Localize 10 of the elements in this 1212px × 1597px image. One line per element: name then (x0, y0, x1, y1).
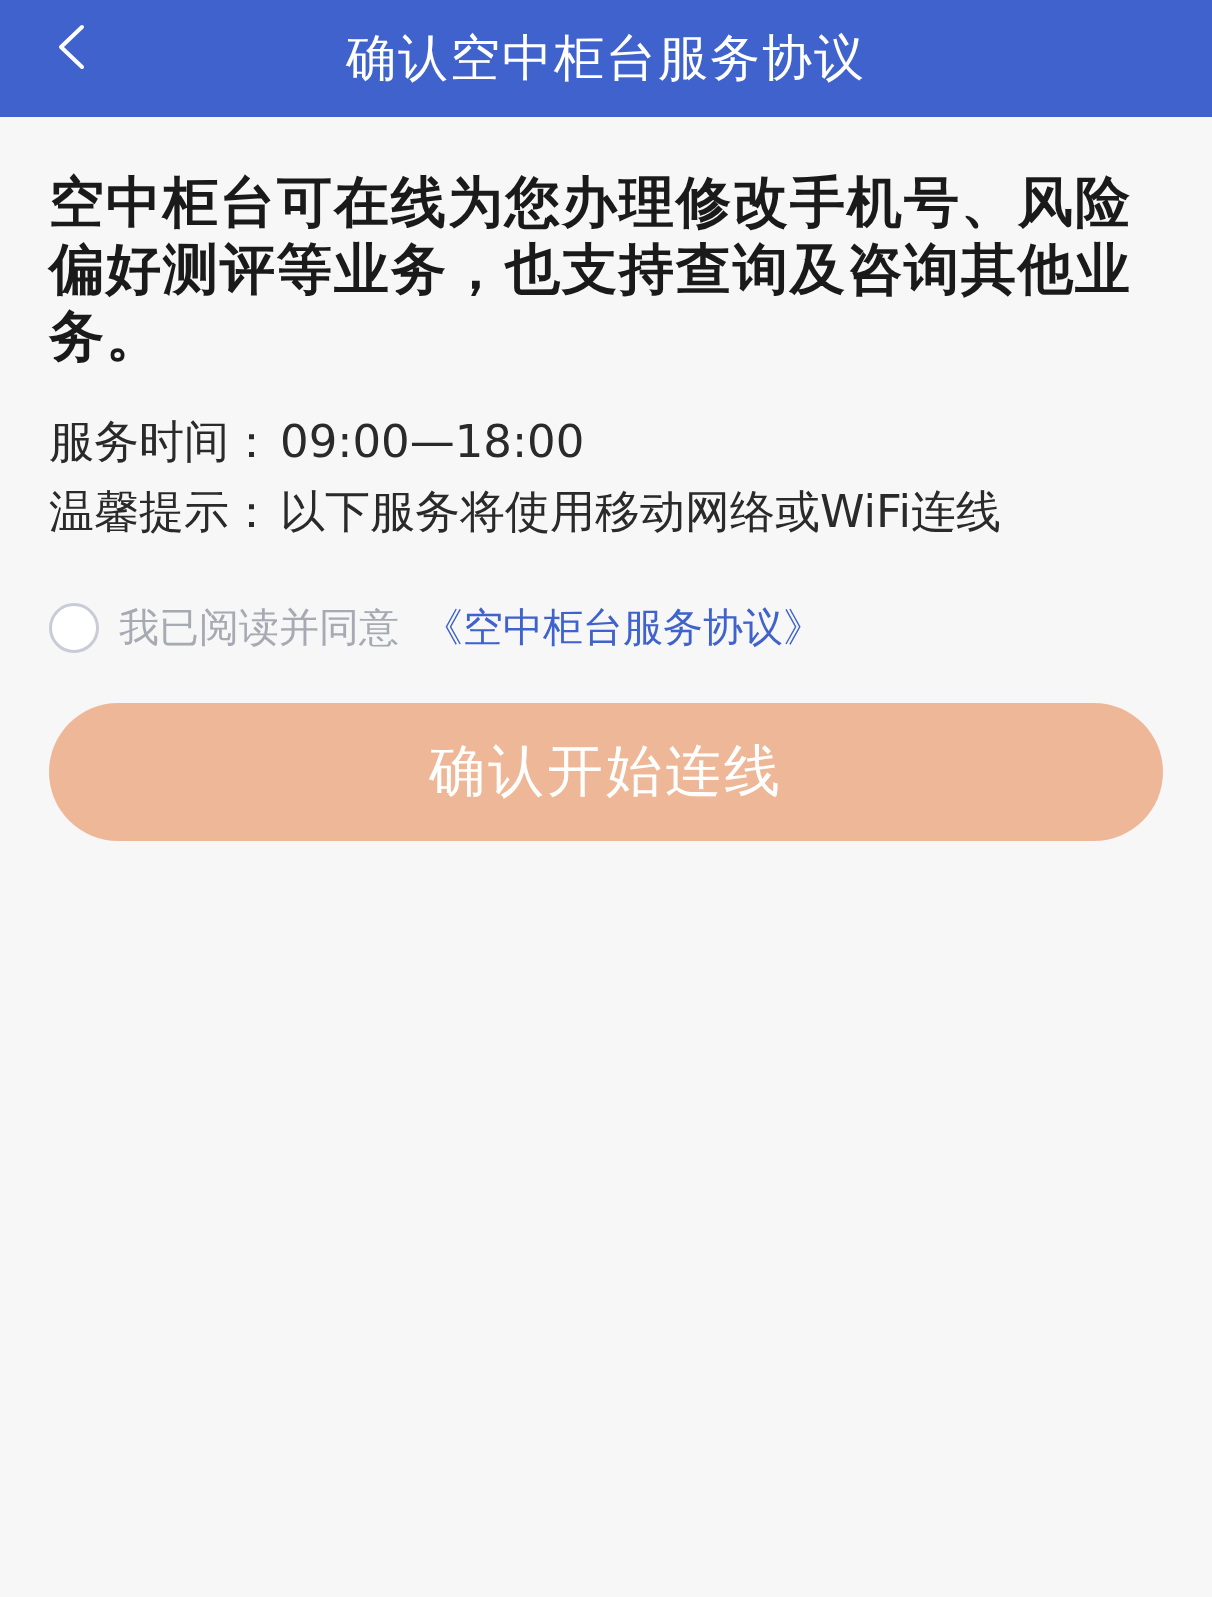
info-value: 以下服务将使用移动网络或WiFi连线 (280, 484, 1002, 540)
info-value: 09:00—18:00 (280, 414, 585, 470)
agreement-link[interactable]: 《空中柜台服务协议》 (423, 600, 823, 655)
back-icon[interactable] (56, 24, 86, 70)
agree-label: 我已阅读并同意 (119, 603, 399, 652)
info-label: 服务时间： (49, 414, 274, 470)
intro-text: 空中柜台可在线为您办理修改手机号、风险偏好测评等业务，也支持查询及咨询其他业务。 (49, 169, 1133, 370)
info-label: 温馨提示： (49, 484, 274, 540)
page-title: 确认空中柜台服务协议 (346, 28, 866, 89)
agree-checkbox[interactable] (49, 602, 99, 653)
